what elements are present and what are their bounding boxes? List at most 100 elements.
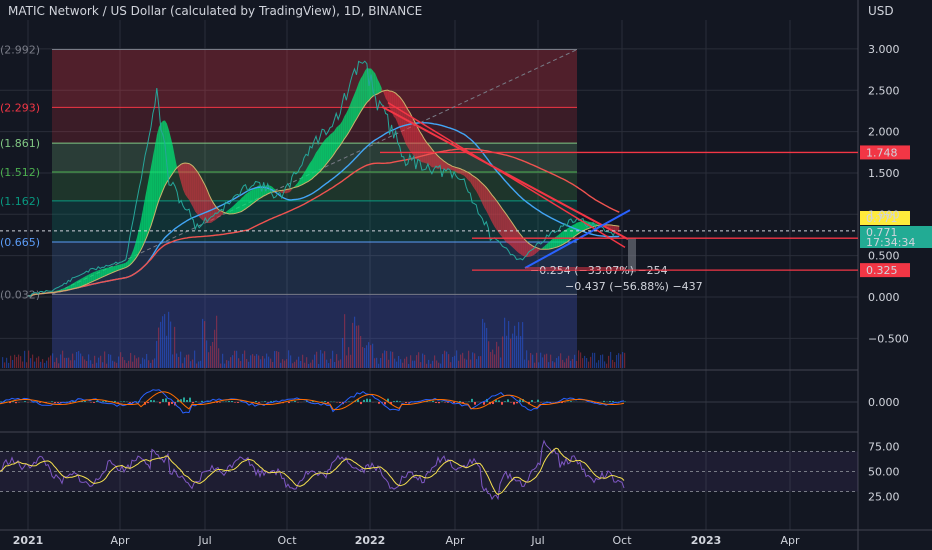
volume-bar: [162, 316, 164, 368]
volume-bar: [250, 355, 252, 368]
volume-bar: [586, 357, 588, 368]
volume-bar: [128, 360, 130, 368]
ribbon-segment: [364, 67, 367, 106]
chart-canvas[interactable]: (2.992) (2.293) (1.861) (1.512) (1.162) (0.66…: [0, 0, 932, 550]
volume-bar: [428, 359, 430, 368]
volume-bar: [390, 351, 392, 368]
ribbon-segment: [405, 105, 408, 148]
volume-bar: [542, 357, 544, 368]
ribbon-segment: [510, 220, 513, 248]
ribbon-segment: [556, 234, 559, 248]
volume-bar: [140, 363, 142, 368]
macd-histogram-bar: [438, 402, 440, 404]
volume-bar: [346, 355, 348, 368]
volume-bar: [182, 363, 184, 368]
ribbon-segment: [389, 90, 392, 112]
ribbon-segment: [185, 163, 188, 198]
volume-bar: [516, 335, 518, 368]
volume-bar: [180, 351, 182, 368]
macd-histogram-bar: [447, 402, 449, 403]
volume-bar: [192, 359, 194, 368]
ribbon-segment: [578, 221, 581, 234]
volume-bar: [526, 350, 528, 368]
macd-histogram-bar: [378, 402, 380, 404]
volume-bar: [376, 357, 378, 368]
volume-bar: [268, 356, 270, 368]
volume-bar: [124, 360, 126, 368]
volume-bar: [392, 351, 394, 368]
macd-histogram-bar: [117, 402, 119, 403]
ribbon-segment: [344, 112, 347, 139]
ribbon-segment: [334, 127, 337, 154]
volume-bar: [144, 359, 146, 368]
volume-bar: [70, 360, 72, 368]
volume-bar: [66, 357, 68, 368]
volume-bar: [122, 357, 124, 368]
macd-histogram-bar: [453, 402, 455, 403]
volume-bar: [46, 360, 48, 368]
fib-level-label: (1.512): [0, 166, 40, 179]
volume-bar: [546, 353, 548, 368]
ribbon-segment: [320, 143, 323, 172]
volume-bar: [14, 354, 16, 368]
volume-bar: [336, 354, 338, 368]
ribbon-segment: [88, 273, 91, 284]
macd-histogram-bar: [15, 402, 17, 404]
ribbon-segment: [502, 209, 505, 241]
ribbon-segment: [518, 232, 521, 255]
volume-bar: [420, 362, 422, 368]
volume-bar: [254, 355, 256, 368]
volume-bar: [132, 361, 134, 368]
volume-bar: [330, 358, 332, 368]
volume-bar: [568, 355, 570, 368]
macd-histogram-bar: [267, 402, 269, 403]
volume-bar: [170, 321, 172, 368]
volume-bar: [590, 356, 592, 368]
ribbon-segment: [76, 280, 79, 289]
ribbon-segment: [484, 185, 487, 211]
volume-bar: [208, 352, 210, 368]
volume-bar: [596, 362, 598, 368]
ribbon-segment: [183, 163, 186, 195]
ribbon-segment: [419, 131, 422, 163]
x-tick-label: Oct: [612, 534, 632, 547]
ribbon-segment: [150, 156, 153, 226]
macd-histogram-bar: [192, 402, 194, 404]
volume-bar: [44, 362, 46, 368]
volume-bar: [378, 363, 380, 368]
ribbon-segment: [356, 83, 359, 120]
volume-bar: [524, 359, 526, 368]
macd-histogram-bar: [405, 402, 407, 404]
x-tick-label: 2023: [691, 534, 722, 547]
y-tick-label: 50.00: [868, 466, 900, 479]
volume-bar: [82, 356, 84, 368]
volume-bar: [22, 361, 24, 368]
volume-bar: [598, 360, 600, 368]
volume-bar: [370, 345, 372, 368]
volume-bar: [432, 360, 434, 368]
volume-bar: [356, 325, 358, 368]
ribbon-segment: [562, 229, 565, 245]
macd-histogram-bar: [624, 401, 626, 402]
macd-histogram-bar: [186, 399, 188, 402]
volume-bar: [32, 354, 34, 368]
volume-bar: [106, 363, 108, 368]
macd-histogram-bar: [504, 401, 506, 402]
y-tick-label: 75.00: [868, 441, 900, 454]
ribbon-segment: [482, 183, 485, 208]
volume-bar: [386, 350, 388, 368]
volume-bar: [230, 357, 232, 368]
macd-histogram-bar: [270, 401, 272, 402]
ribbon-segment: [486, 187, 489, 215]
volume-bar: [148, 360, 150, 368]
macd-histogram-bar: [120, 401, 122, 402]
macd-histogram-bar: [531, 400, 533, 402]
macd-histogram-bar: [237, 402, 239, 403]
macd-histogram-bar: [258, 402, 260, 403]
macd-histogram-bar: [396, 400, 398, 402]
ribbon-segment: [191, 164, 194, 208]
volume-bar: [400, 359, 402, 368]
ribbon-segment: [80, 278, 83, 287]
macd-histogram-bar: [570, 401, 572, 402]
ribbon-segment: [397, 95, 400, 128]
